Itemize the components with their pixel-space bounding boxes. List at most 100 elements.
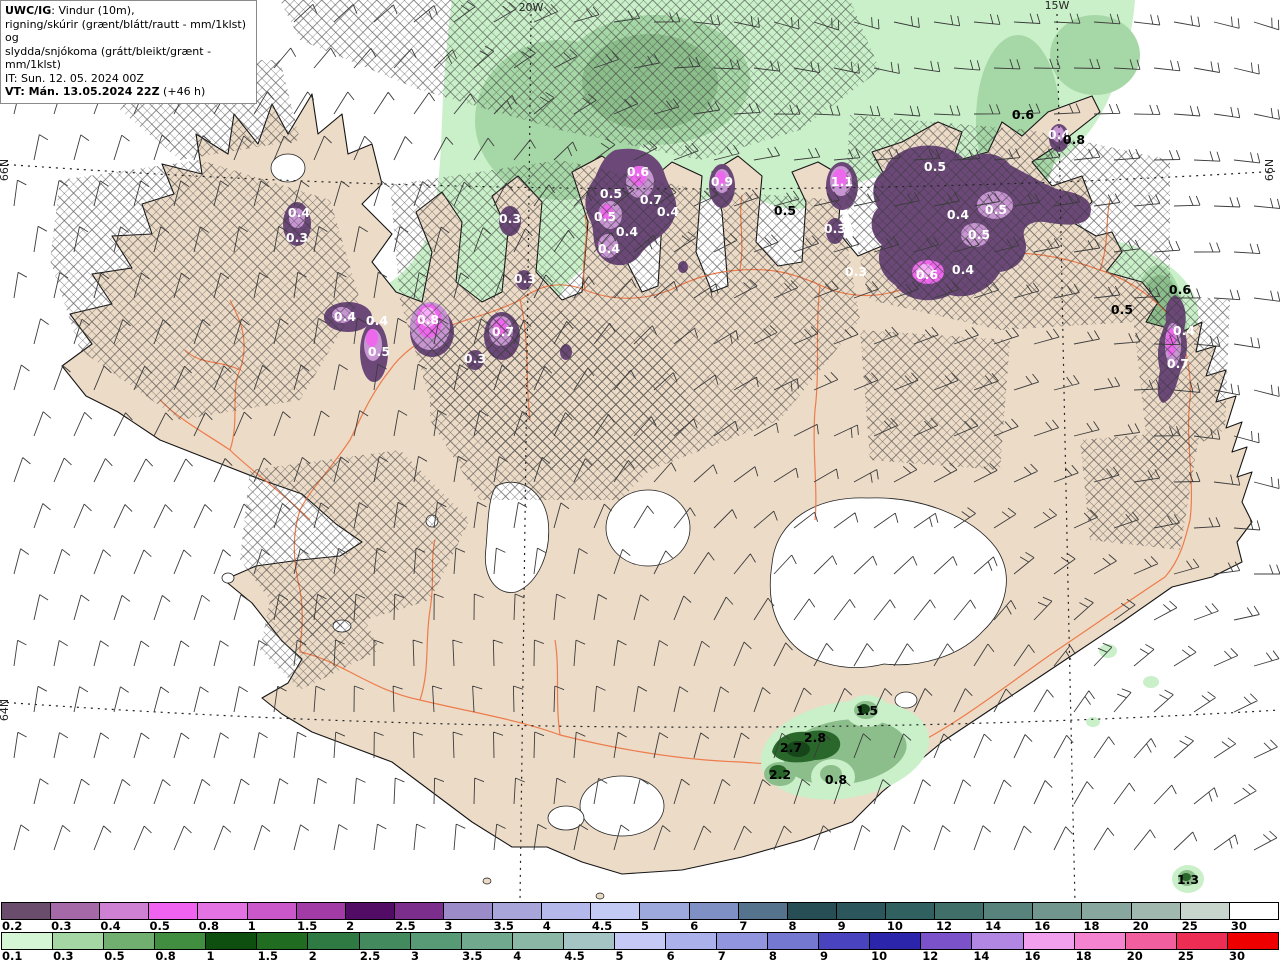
precip-value-label: 1.3 xyxy=(1177,872,1199,887)
legend-threshold-label: 9 xyxy=(820,949,829,960)
legend-threshold-label: 0.5 xyxy=(149,919,170,933)
precip-value-label: 0.5 xyxy=(924,159,946,174)
legend-threshold-label: 4 xyxy=(513,949,522,960)
legend-threshold-label: 4.5 xyxy=(564,949,585,960)
legend-color-cell xyxy=(512,933,564,949)
legend-color-cell xyxy=(443,903,494,919)
title-box: UWC/IG: Vindur (10m), rigning/skúrir (græ… xyxy=(0,0,257,104)
glacier-myrdalsjokull xyxy=(579,775,665,837)
precip-value-label: 0.4 xyxy=(952,262,974,277)
legend-color-cell xyxy=(1125,933,1177,949)
legend-threshold-label: 0.5 xyxy=(104,949,125,960)
legend-color-cell xyxy=(1131,903,1181,919)
legend-color-cell xyxy=(1227,933,1278,949)
legend-threshold-label: 30 xyxy=(1230,919,1247,933)
legend-color-cell xyxy=(155,933,207,949)
legend-color-cell xyxy=(100,903,150,919)
precip-value-label: 0.4 xyxy=(366,313,388,328)
legend-threshold-label: 18 xyxy=(1083,919,1100,933)
legend-threshold-label: 9 xyxy=(837,919,846,933)
legend-threshold-label: 2 xyxy=(308,949,317,960)
legend-threshold-label: 3.5 xyxy=(462,949,483,960)
title-line: VT: Mán. 13.05.2024 22Z (+46 h) xyxy=(5,85,206,98)
legend-threshold-label: 8 xyxy=(768,949,777,960)
legend-color-cell xyxy=(345,903,395,919)
precip-value-label: 0.4 xyxy=(1173,323,1195,338)
legend-color-cell xyxy=(1023,933,1075,949)
legend-color-cell xyxy=(591,903,641,919)
graticule-label: 64N xyxy=(0,699,11,721)
precip-value-label: 0.5 xyxy=(1111,302,1133,317)
legend-color-cell xyxy=(819,933,871,949)
precip-value-label: 0.5 xyxy=(600,186,622,201)
legend-color-cell xyxy=(1074,933,1126,949)
precip-value-label: 0.4 xyxy=(598,241,620,256)
legend-color-cell xyxy=(308,933,360,949)
legend-threshold-label: 14 xyxy=(985,919,1002,933)
legend-color-cell xyxy=(885,903,936,919)
legend-color-cell xyxy=(614,933,667,949)
precip-value-label: 1.1 xyxy=(831,174,853,189)
legend: 0.2 0.3 0.4 0.5 0.8 1 1.5 2 2.5 3 3.5 4 4.5 5 6 7 8 9 10 12… xyxy=(0,902,1280,960)
legend-color-cell xyxy=(149,903,199,919)
legend-color-cell xyxy=(394,903,444,919)
legend-threshold-label: 25 xyxy=(1177,949,1194,960)
legend-color-cell xyxy=(1033,903,1083,919)
legend-threshold-label: 7 xyxy=(739,919,748,933)
legend-color-cell xyxy=(410,933,462,949)
precip-value-label: 0.8 xyxy=(417,312,439,327)
legend-color-cell xyxy=(51,903,101,919)
title-line: rigning/skúrir (grænt/blátt/rautt - mm/1… xyxy=(5,17,247,45)
precip-value-label: 0.6 xyxy=(1169,282,1191,297)
legend-threshold-label: 3.5 xyxy=(493,919,514,933)
legend-color-cell xyxy=(198,903,248,919)
legend-threshold-label: 3 xyxy=(411,949,420,960)
legend-threshold-label: 0.3 xyxy=(53,949,74,960)
precip-value-label: 0.8 xyxy=(1063,132,1085,147)
legend-threshold-label: 1.5 xyxy=(296,919,318,933)
legend-threshold-label: 10 xyxy=(886,919,903,933)
precip-value-label: 0.9 xyxy=(711,174,733,189)
legend-color-cell xyxy=(1229,903,1278,919)
weather-map-screenshot: 20W 15W 66N 64N 66N 0.4 0.3 0.4 0.4 0.8 0.7 0.3 0.3… xyxy=(0,0,1280,960)
precip-value-label: 0.5 xyxy=(985,202,1007,217)
precip-value-label: 0.5 xyxy=(774,203,796,218)
legend-threshold-label: 1.5 xyxy=(257,949,278,960)
legend-threshold-label: 1 xyxy=(206,949,215,960)
legend-color-cell xyxy=(2,903,52,919)
legend-threshold-label: 4 xyxy=(542,919,551,933)
precip-value-label: 1.5 xyxy=(856,703,878,718)
legend-color-cell xyxy=(461,933,513,949)
legend-threshold-label: 16 xyxy=(1034,919,1051,933)
legend-threshold-label: 0.8 xyxy=(198,919,219,933)
glacier-drangajokull xyxy=(270,153,306,183)
legend-threshold-label: 20 xyxy=(1126,949,1143,960)
title-line: UWC/IG: Vindur (10m), xyxy=(5,4,135,17)
precip-value-label: 0.3 xyxy=(824,221,846,236)
legend-color-cell xyxy=(1180,903,1230,919)
legend-color-cell xyxy=(689,903,739,919)
glacier-hofsjokull xyxy=(605,489,691,567)
precip-value-label: 0.3 xyxy=(464,351,486,366)
glacier-snaefellsjokull xyxy=(221,572,235,584)
legend-threshold-label: 14 xyxy=(973,949,990,960)
precip-value-label: 0.6 xyxy=(627,164,649,179)
title-line: slydda/snjókoma (grátt/bleikt/grænt - mm… xyxy=(5,44,212,72)
precip-value-label: 0.6 xyxy=(916,267,938,282)
sleet-color-bar-labels: 0.2 0.3 0.4 0.5 0.8 1 1.5 2 2.5 3 3.5 4 4.5 5 6 7 8 9 10 12… xyxy=(1,920,1279,932)
rain-color-bar-labels: 0.1 0.3 0.5 0.8 1 1.5 2 2.5 3 3.5 4 4.5 5 6 7 8 9 10 12 14 1… xyxy=(1,950,1279,960)
legend-color-cell xyxy=(1176,933,1228,949)
legend-threshold-label: 6 xyxy=(690,919,699,933)
island-small xyxy=(482,877,492,885)
rain-color-bar xyxy=(1,932,1279,950)
legend-color-cell xyxy=(359,933,411,949)
legend-threshold-label: 2.5 xyxy=(359,949,381,960)
precip-value-label: 0.5 xyxy=(968,227,990,242)
legend-threshold-label: 2 xyxy=(346,919,355,933)
sleet-color-bar xyxy=(1,902,1279,920)
precip-value-label: 0.5 xyxy=(368,344,390,359)
legend-threshold-label: 4.5 xyxy=(591,919,613,933)
precip-value-label: 0.3 xyxy=(499,211,521,226)
precip-value-label: 0.3 xyxy=(286,230,308,245)
graticule-label: 15W xyxy=(1045,0,1070,12)
